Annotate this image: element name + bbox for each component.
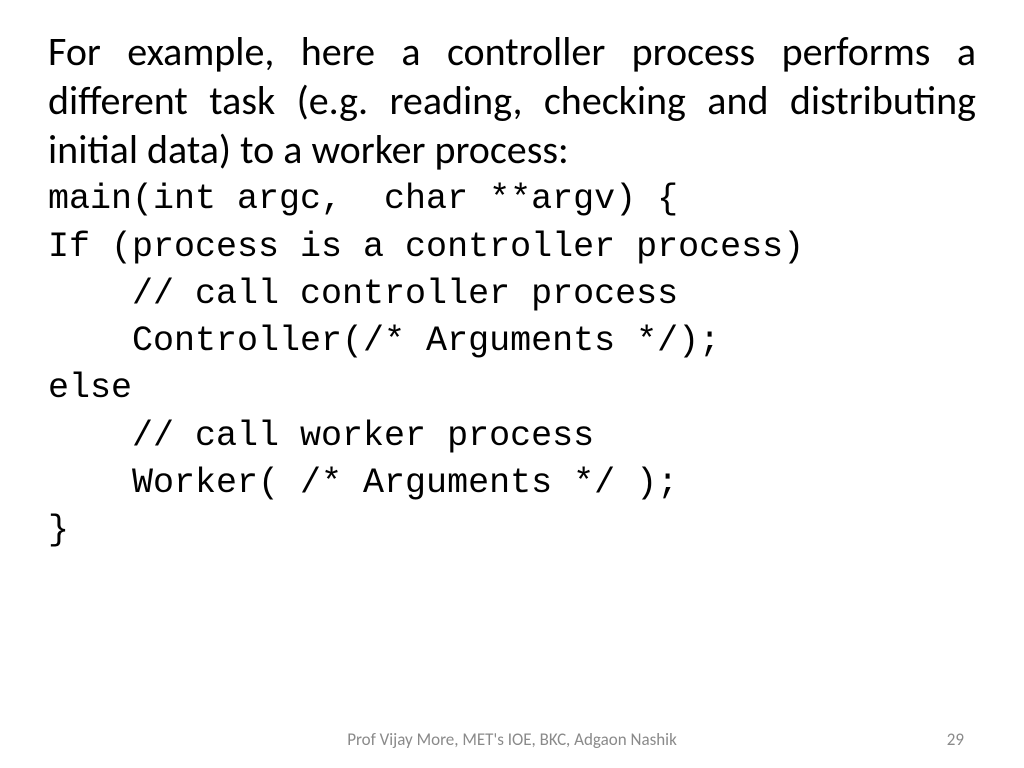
body-paragraph: For example, here a controller process p…: [48, 28, 976, 174]
slide-footer: Prof Vijay More, MET's IOE, BKC, Adgaon …: [0, 729, 1024, 750]
footer-credit: Prof Vijay More, MET's IOE, BKC, Adgaon …: [347, 729, 677, 750]
slide-content: For example, here a controller process p…: [0, 0, 1024, 768]
code-block: main(int argc, char **argv) { If (proces…: [48, 176, 976, 554]
page-number: 29: [947, 729, 964, 750]
